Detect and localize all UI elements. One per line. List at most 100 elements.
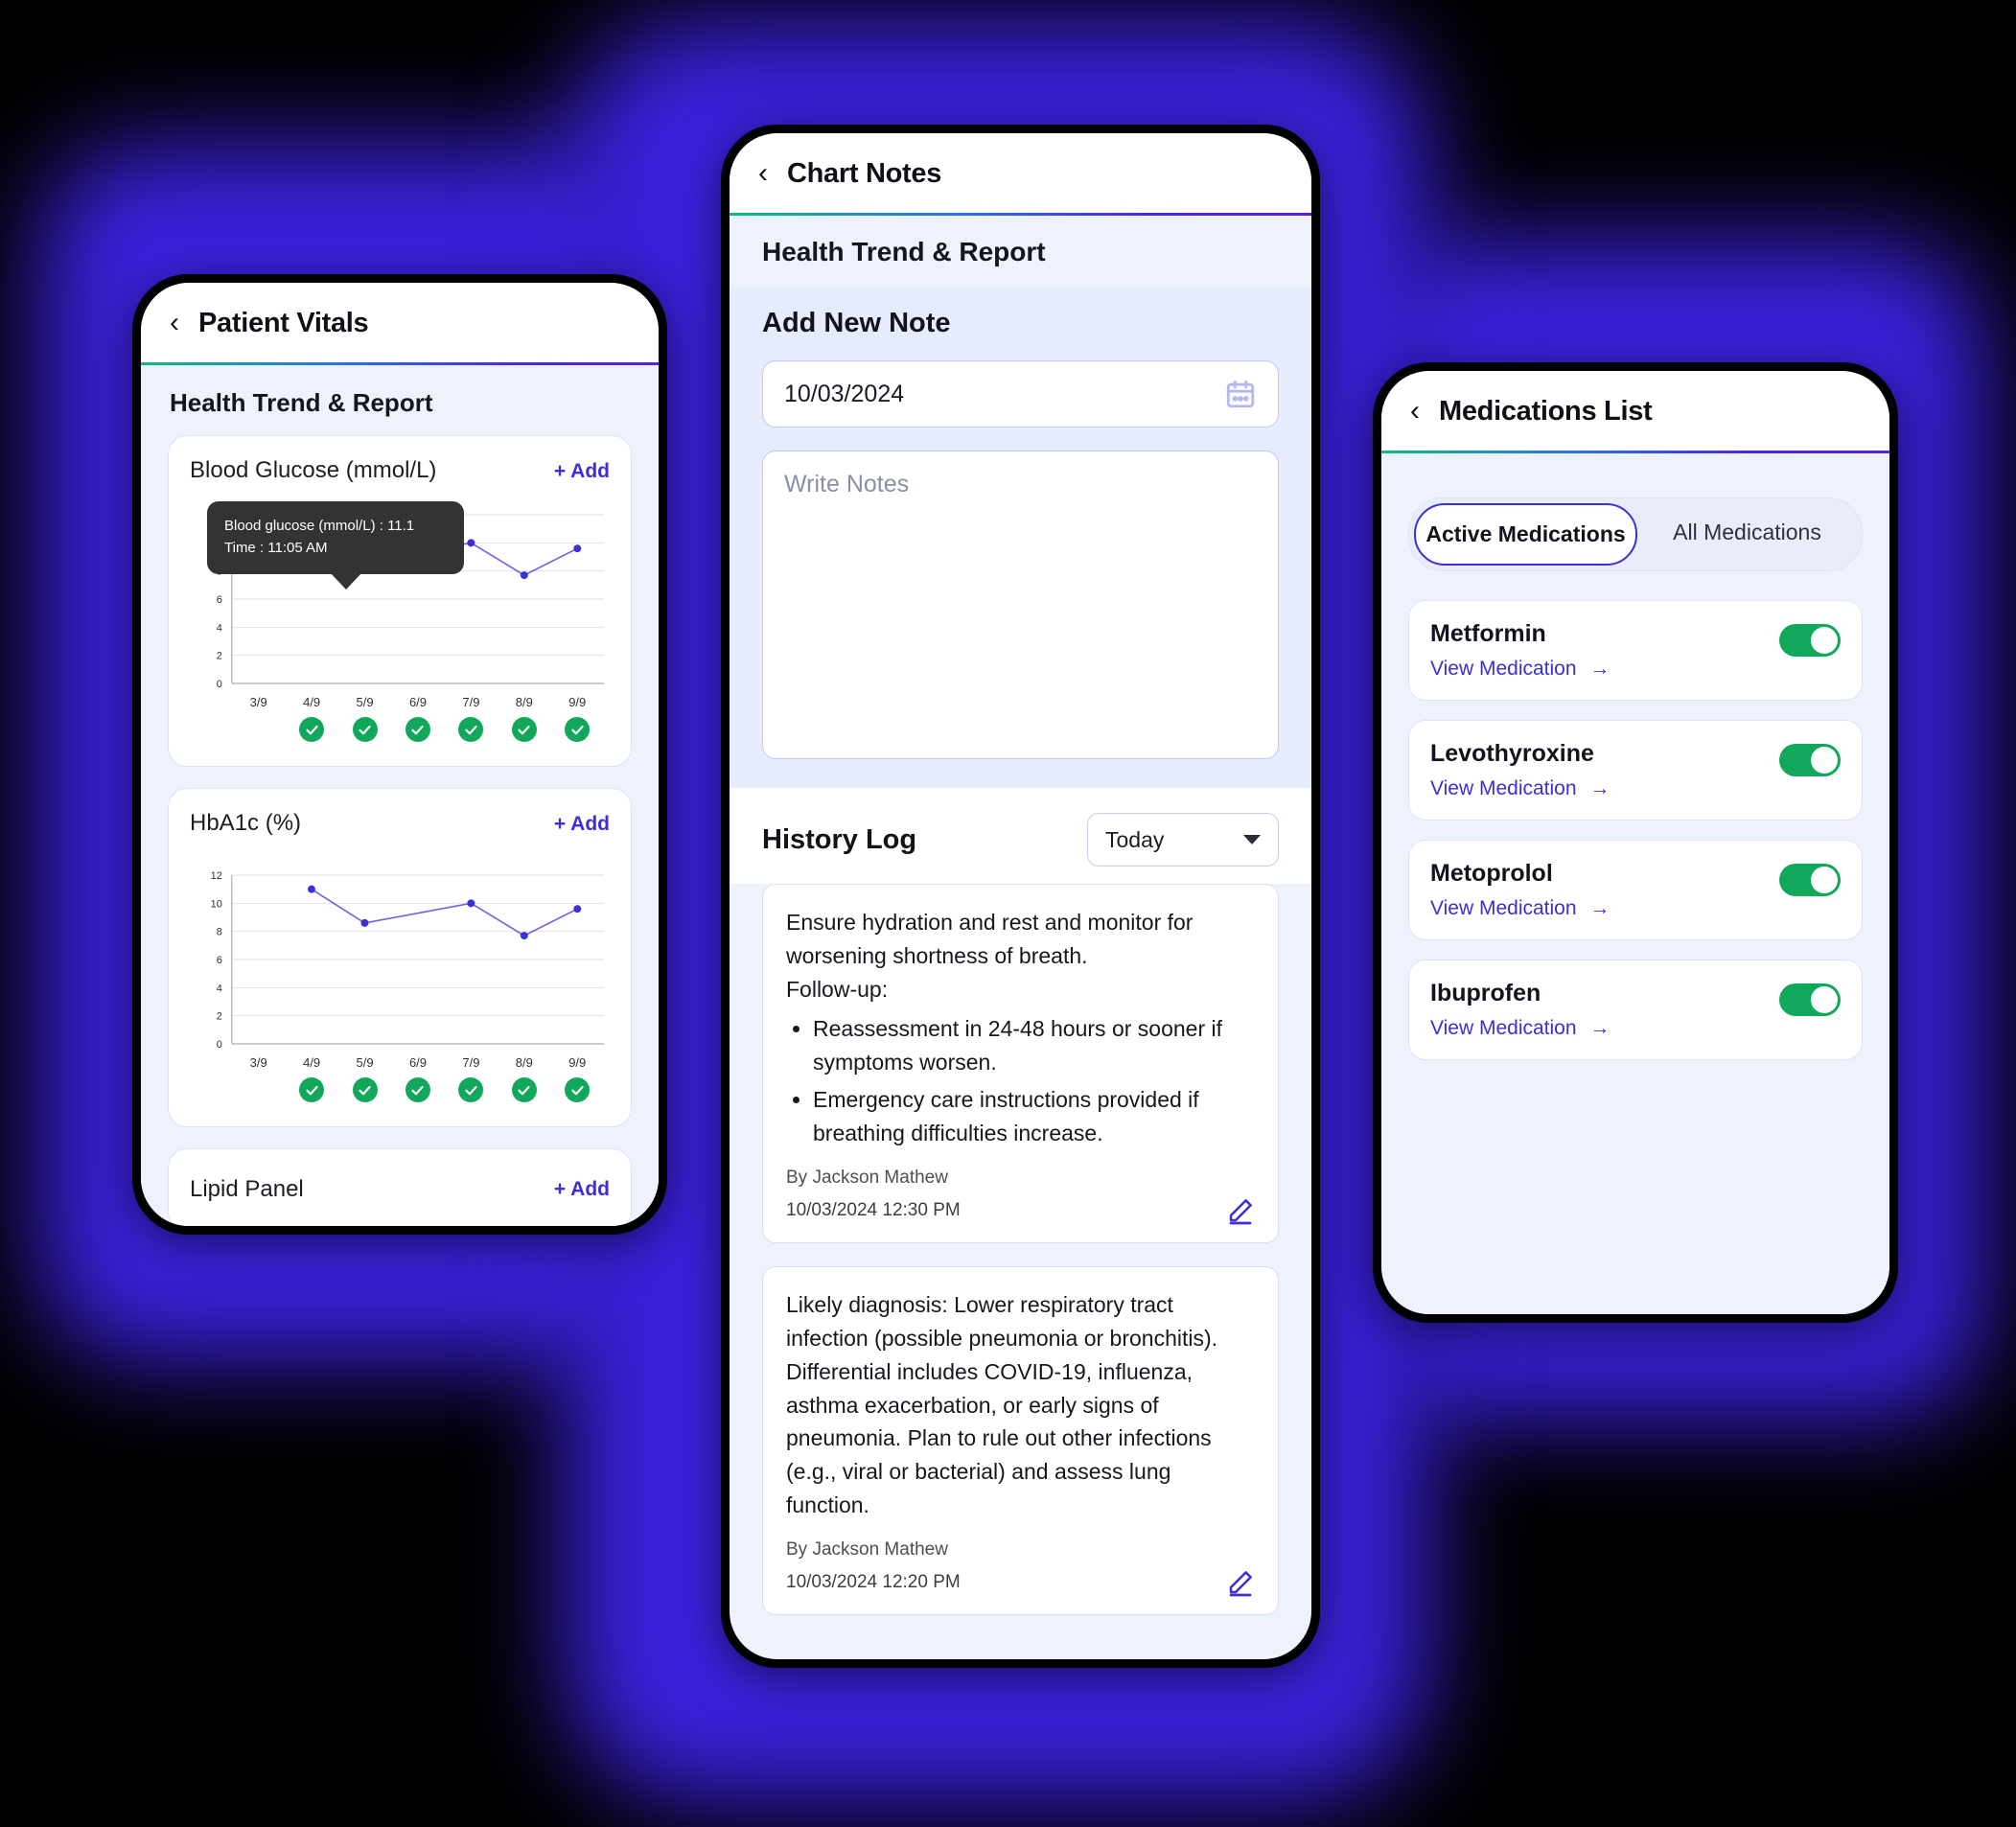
note-timestamp: 10/03/2024 12:30 PM xyxy=(786,1199,961,1220)
card-blood-glucose: Blood Glucose (mmol/L) + Add Blood gluco… xyxy=(168,435,632,767)
svg-text:4: 4 xyxy=(217,983,222,994)
check-circle-icon xyxy=(405,717,430,742)
card-lipid-panel: Lipid Panel + Add xyxy=(168,1148,632,1226)
view-medication-link[interactable]: View Medication → xyxy=(1430,1017,1610,1040)
card-title: Lipid Panel xyxy=(190,1176,304,1202)
card-header: Blood Glucose (mmol/L) + Add xyxy=(190,457,610,484)
note-author: By Jackson Mathew xyxy=(786,1167,948,1188)
history-log-header: History Log Today xyxy=(730,788,1311,884)
status-cell xyxy=(391,717,444,742)
add-blood-glucose-button[interactable]: + Add xyxy=(554,460,610,483)
view-medication-link[interactable]: View Medication → xyxy=(1430,777,1610,800)
status-cell xyxy=(232,1077,285,1102)
x-tick-label: 7/9 xyxy=(462,1055,480,1070)
check-circle-icon xyxy=(299,1077,325,1102)
medication-info: Ibuprofen View Medication → xyxy=(1430,980,1610,1040)
card-title: HbA1c (%) xyxy=(190,810,302,836)
hba1c-xaxis: 3/9 4/9 5/9 6/9 7/9 8/9 9/9 xyxy=(190,1055,610,1070)
medication-name: Ibuprofen xyxy=(1430,980,1541,1006)
status-cell xyxy=(551,717,604,742)
status-cell xyxy=(338,1077,391,1102)
pencil-icon[interactable] xyxy=(1226,1568,1255,1597)
tooltip-value: Blood glucose (mmol/L) : 11.1 xyxy=(224,518,415,534)
card-title: Blood Glucose (mmol/L) xyxy=(190,457,437,483)
note-date-field[interactable]: 10/03/2024 xyxy=(762,360,1279,428)
history-filter-select[interactable]: Today xyxy=(1087,813,1279,867)
medication-toggle[interactable] xyxy=(1779,624,1841,657)
x-tick-label: 6/9 xyxy=(408,695,428,709)
status-cell xyxy=(498,1077,550,1102)
note-bullet: Reassessment in 24-48 hours or sooner if… xyxy=(813,1012,1255,1079)
card-header: HbA1c (%) + Add xyxy=(190,810,610,837)
phone-chart-notes: ‹ Chart Notes Health Trend & Report Add … xyxy=(721,125,1320,1668)
status-cell xyxy=(338,717,391,742)
chart-notes-screen: ‹ Chart Notes Health Trend & Report Add … xyxy=(730,133,1311,1659)
chart-tooltip: Blood glucose (mmol/L) : 11.1 Time : 11:… xyxy=(207,501,464,589)
svg-text:6: 6 xyxy=(217,594,222,606)
tab-all-medications[interactable]: All Medications xyxy=(1637,503,1857,566)
vitals-content: Health Trend & Report Blood Glucose (mmo… xyxy=(141,365,659,1226)
note-footer: 10/03/2024 12:30 PM xyxy=(786,1196,1255,1225)
chart-blood-glucose: Blood glucose (mmol/L) : 11.1 Time : 11:… xyxy=(190,501,610,749)
x-tick-label: 5/9 xyxy=(356,1055,374,1070)
view-medication-link[interactable]: View Medication → xyxy=(1430,897,1610,920)
notes-appbar: ‹ Chart Notes xyxy=(730,133,1311,213)
page-title: Medications List xyxy=(1439,396,1653,427)
tab-active-medications[interactable]: Active Medications xyxy=(1414,503,1637,566)
hba1c-plot: 0 2 4 6 8 10 12 xyxy=(211,870,605,1051)
history-log-title: History Log xyxy=(762,823,917,855)
svg-text:12: 12 xyxy=(211,870,222,882)
arrow-right-icon: → xyxy=(1589,897,1610,919)
x-tick-label: 4/9 xyxy=(303,1055,321,1070)
medication-card: Metformin View Medication → xyxy=(1408,600,1863,701)
medication-toggle[interactable] xyxy=(1779,864,1841,896)
note-placeholder: Write Notes xyxy=(784,471,910,497)
chevron-left-icon[interactable]: ‹ xyxy=(170,308,179,337)
tooltip-time: Time : 11:05 AM xyxy=(224,540,328,557)
svg-text:8: 8 xyxy=(217,927,222,938)
x-tick-label: 3/9 xyxy=(249,1055,267,1070)
svg-text:2: 2 xyxy=(217,651,222,662)
status-empty xyxy=(246,1077,271,1102)
screenshot-stage: ‹ Patient Vitals Health Trend & Report B… xyxy=(0,0,2016,1827)
calendar-icon[interactable] xyxy=(1224,378,1257,410)
check-circle-icon xyxy=(511,1077,537,1102)
arrow-right-icon: → xyxy=(1589,658,1610,680)
note-bullet: Emergency care instructions provided if … xyxy=(813,1083,1255,1150)
medication-card: Ibuprofen View Medication → xyxy=(1408,960,1863,1060)
svg-text:0: 0 xyxy=(217,679,222,690)
note-footer: 10/03/2024 12:20 PM xyxy=(786,1568,1255,1597)
medication-toggle[interactable] xyxy=(1779,744,1841,776)
chevron-down-icon xyxy=(1243,835,1261,844)
section-title: Health Trend & Report xyxy=(170,388,433,417)
medication-toggle[interactable] xyxy=(1779,983,1841,1016)
arrow-right-icon: → xyxy=(1589,1017,1610,1039)
chevron-left-icon[interactable]: ‹ xyxy=(758,158,768,188)
pencil-icon[interactable] xyxy=(1226,1196,1255,1225)
chevron-left-icon[interactable]: ‹ xyxy=(1410,396,1420,426)
section-title: Health Trend & Report xyxy=(762,237,1046,266)
view-medication-link[interactable]: View Medication → xyxy=(1430,658,1610,681)
toggle-knob xyxy=(1811,986,1838,1013)
check-circle-icon xyxy=(352,1077,378,1102)
add-hba1c-button[interactable]: + Add xyxy=(554,813,610,836)
svg-text:6: 6 xyxy=(217,955,222,966)
x-tick-label: 7/9 xyxy=(462,695,480,709)
check-circle-icon xyxy=(405,1077,430,1102)
svg-text:10: 10 xyxy=(211,898,222,910)
medications-appbar: ‹ Medications List xyxy=(1381,371,1889,451)
x-tick-label: 8/9 xyxy=(515,1055,533,1070)
svg-text:4: 4 xyxy=(217,622,222,634)
vitals-appbar: ‹ Patient Vitals xyxy=(141,283,659,362)
note-text: Likely diagnosis: Lower respiratory trac… xyxy=(786,1291,1218,1518)
check-circle-icon xyxy=(511,717,537,742)
add-note-title: Add New Note xyxy=(762,308,951,338)
toggle-knob xyxy=(1811,747,1838,774)
note-textarea[interactable]: Write Notes xyxy=(762,451,1279,759)
add-lipid-panel-button[interactable]: + Add xyxy=(554,1178,610,1201)
medication-name: Metformin xyxy=(1430,620,1546,647)
x-tick-label: 4/9 xyxy=(303,695,321,709)
medication-info: Levothyroxine View Medication → xyxy=(1430,740,1610,800)
status-cell xyxy=(445,717,498,742)
medication-info: Metoprolol View Medication → xyxy=(1430,860,1610,920)
